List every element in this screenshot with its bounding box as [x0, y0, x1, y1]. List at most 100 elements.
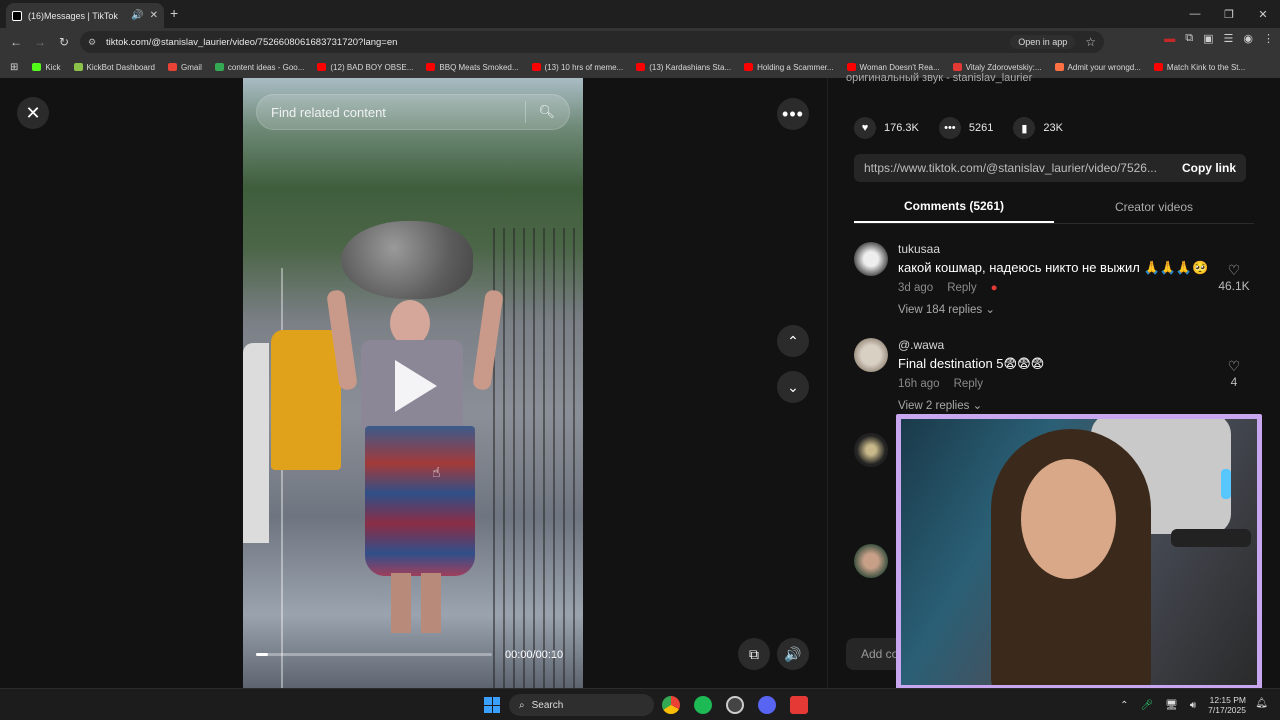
- comment-like-count: 4: [1230, 375, 1238, 389]
- apps-grid-icon[interactable]: ⊞: [10, 62, 18, 73]
- close-window-button[interactable]: ✕: [1246, 0, 1280, 28]
- volume-button[interactable]: 🔊: [777, 638, 809, 670]
- bookmark-item[interactable]: content ideas - Goo...: [214, 63, 304, 72]
- comment-like[interactable]: ♡ 4: [1214, 358, 1254, 389]
- like-stat[interactable]: ♥ 176.3K: [854, 117, 919, 139]
- chrome-icon[interactable]: [662, 696, 680, 714]
- profile-icon[interactable]: ◉: [1243, 32, 1253, 45]
- bookmark-item[interactable]: (13) Kardashians Sta...: [636, 63, 731, 72]
- comment-stat[interactable]: ••• 5261: [938, 117, 993, 139]
- bookmark-star-icon[interactable]: ☆: [1085, 35, 1096, 49]
- reply-button[interactable]: Reply: [947, 282, 976, 294]
- browser-tab[interactable]: (16)Messages | TikTok 🔊 ✕: [6, 3, 164, 28]
- search-icon[interactable]: 🔍︎: [538, 104, 555, 120]
- network-icon[interactable]: 🖥︎: [1165, 700, 1178, 711]
- restore-button[interactable]: ❐: [1212, 0, 1246, 28]
- site-info-icon[interactable]: ⚙: [88, 37, 102, 48]
- extension-icon[interactable]: ▬: [1164, 33, 1175, 45]
- notification-bell-icon[interactable]: 🔔︎: [1255, 698, 1268, 709]
- avatar[interactable]: [854, 338, 888, 372]
- avatar[interactable]: [854, 242, 888, 276]
- open-in-app-button[interactable]: Open in app: [1010, 35, 1076, 49]
- video-link-text[interactable]: https://www.tiktok.com/@stanislav_laurie…: [864, 161, 1172, 175]
- tab-title: (16)Messages | TikTok: [28, 10, 118, 21]
- minimize-button[interactable]: —: [1178, 0, 1212, 28]
- bookmark-favicon: [531, 63, 541, 71]
- bookmark-item[interactable]: Woman Doesn't Rea...: [846, 63, 940, 72]
- clock[interactable]: 12:15 PM 7/17/2025: [1208, 695, 1246, 715]
- obs-icon[interactable]: [726, 696, 744, 714]
- spotify-icon[interactable]: [694, 696, 712, 714]
- comment-author[interactable]: @.wawa: [898, 338, 1208, 352]
- tab-comments[interactable]: Comments (5261): [854, 190, 1054, 223]
- bookmark-favicon: [636, 63, 646, 71]
- avatar[interactable]: [854, 544, 888, 578]
- bookmark-item[interactable]: Kick: [32, 63, 61, 72]
- close-video-button[interactable]: ✕: [17, 97, 49, 129]
- windows-start-icon[interactable]: [484, 697, 500, 713]
- chevron-up-icon[interactable]: ⌃: [1120, 700, 1128, 711]
- previous-video-button[interactable]: ⌃: [777, 325, 809, 357]
- video-time: 00:00/00:10: [505, 649, 564, 661]
- more-options-button[interactable]: •••: [777, 98, 809, 130]
- comment-like[interactable]: ♡ 46.1K: [1214, 262, 1254, 293]
- bookmark-item[interactable]: Match Kink to the St...: [1153, 63, 1245, 72]
- bookmark-item[interactable]: KickBot Dashboard: [73, 63, 155, 72]
- discord-icon[interactable]: [758, 696, 776, 714]
- new-tab-button[interactable]: +: [170, 5, 178, 21]
- save-stat[interactable]: ▮ 23K: [1013, 117, 1063, 139]
- copy-link-button[interactable]: Copy link: [1182, 161, 1236, 175]
- forward-button[interactable]: →: [28, 35, 52, 49]
- comment-meta: 3d ago Reply ●: [898, 282, 1208, 294]
- split-view-icon[interactable]: ▣: [1203, 32, 1213, 45]
- app-icon[interactable]: [790, 696, 808, 714]
- search-icon: ⌕: [519, 699, 525, 711]
- next-video-button[interactable]: ⌄: [777, 371, 809, 403]
- bookmark-item[interactable]: (12) BAD BOY OBSE...: [317, 63, 413, 72]
- avatar[interactable]: [854, 433, 888, 467]
- rock: [341, 221, 473, 299]
- browser-toolbar: ← → ↻ ⚙ tiktok.com/@stanislav_laurier/vi…: [0, 28, 1280, 56]
- picture-in-picture-button[interactable]: ⧉: [738, 638, 770, 670]
- view-replies-button[interactable]: View 2 replies ⌄: [898, 398, 1208, 412]
- volume-icon[interactable]: 🔊︎: [1190, 700, 1196, 711]
- bookmark-favicon: [1153, 63, 1163, 71]
- taskbar-search[interactable]: ⌕ Search: [509, 694, 654, 716]
- play-icon[interactable]: [395, 360, 437, 412]
- heart-outline-icon: ♡: [1227, 358, 1241, 374]
- tab-creator-videos[interactable]: Creator videos: [1054, 190, 1254, 223]
- find-related-search[interactable]: Find related content 🔍︎: [256, 94, 570, 130]
- sound-title[interactable]: оригинальный звук - stanislav_laurier: [846, 72, 1032, 84]
- clock-date: 7/17/2025: [1208, 705, 1246, 715]
- bookmark-item[interactable]: Admit your wrongd...: [1054, 63, 1141, 72]
- close-tab-icon[interactable]: ✕: [150, 10, 158, 21]
- heart-icon: ♥: [854, 117, 876, 139]
- bookmark-item[interactable]: Holding a Scammer...: [744, 63, 834, 72]
- menu-kebab-icon[interactable]: ⋮: [1263, 32, 1274, 45]
- back-button[interactable]: ←: [4, 35, 28, 49]
- mic-icon[interactable]: 🎤︎: [1140, 700, 1153, 711]
- bookmark-favicon: [426, 63, 436, 71]
- tab-search-icon[interactable]: ☰: [1224, 32, 1234, 45]
- streamer-face: [1021, 459, 1116, 579]
- bookmark-favicon: [317, 63, 327, 71]
- reply-button[interactable]: Reply: [954, 378, 983, 390]
- video-progress-bar[interactable]: [256, 653, 492, 656]
- comment-body: tukusaa какой кошмар, надеюсь никто не в…: [898, 242, 1208, 316]
- bookmark-item[interactable]: BBQ Meats Smoked...: [426, 63, 519, 72]
- url-text: tiktok.com/@stanislav_laurier/video/7526…: [106, 36, 398, 48]
- window-controls: — ❐ ✕: [1178, 0, 1280, 28]
- view-replies-button[interactable]: View 184 replies ⌄: [898, 302, 1208, 316]
- bookmark-favicon: [32, 63, 42, 71]
- address-bar[interactable]: ⚙ tiktok.com/@stanislav_laurier/video/75…: [80, 31, 1104, 53]
- pip-icon: ⧉: [749, 645, 759, 662]
- extensions-puzzle-icon[interactable]: ⧉: [1185, 32, 1193, 45]
- comment-author[interactable]: tukusaa: [898, 242, 1208, 256]
- bookmark-item[interactable]: Vitaly Zdorovetskiy:...: [952, 63, 1042, 72]
- speaker-icon[interactable]: 🔊: [131, 10, 143, 21]
- reload-button[interactable]: ↻: [52, 35, 76, 49]
- comment-meta: 16h ago Reply: [898, 378, 1208, 390]
- video-player[interactable]: Find related content 🔍︎ ☝ 00:00/00:10: [243, 78, 583, 688]
- bookmark-item[interactable]: (13) 10 hrs of meme...: [531, 63, 623, 72]
- bookmark-item[interactable]: Gmail: [168, 63, 202, 72]
